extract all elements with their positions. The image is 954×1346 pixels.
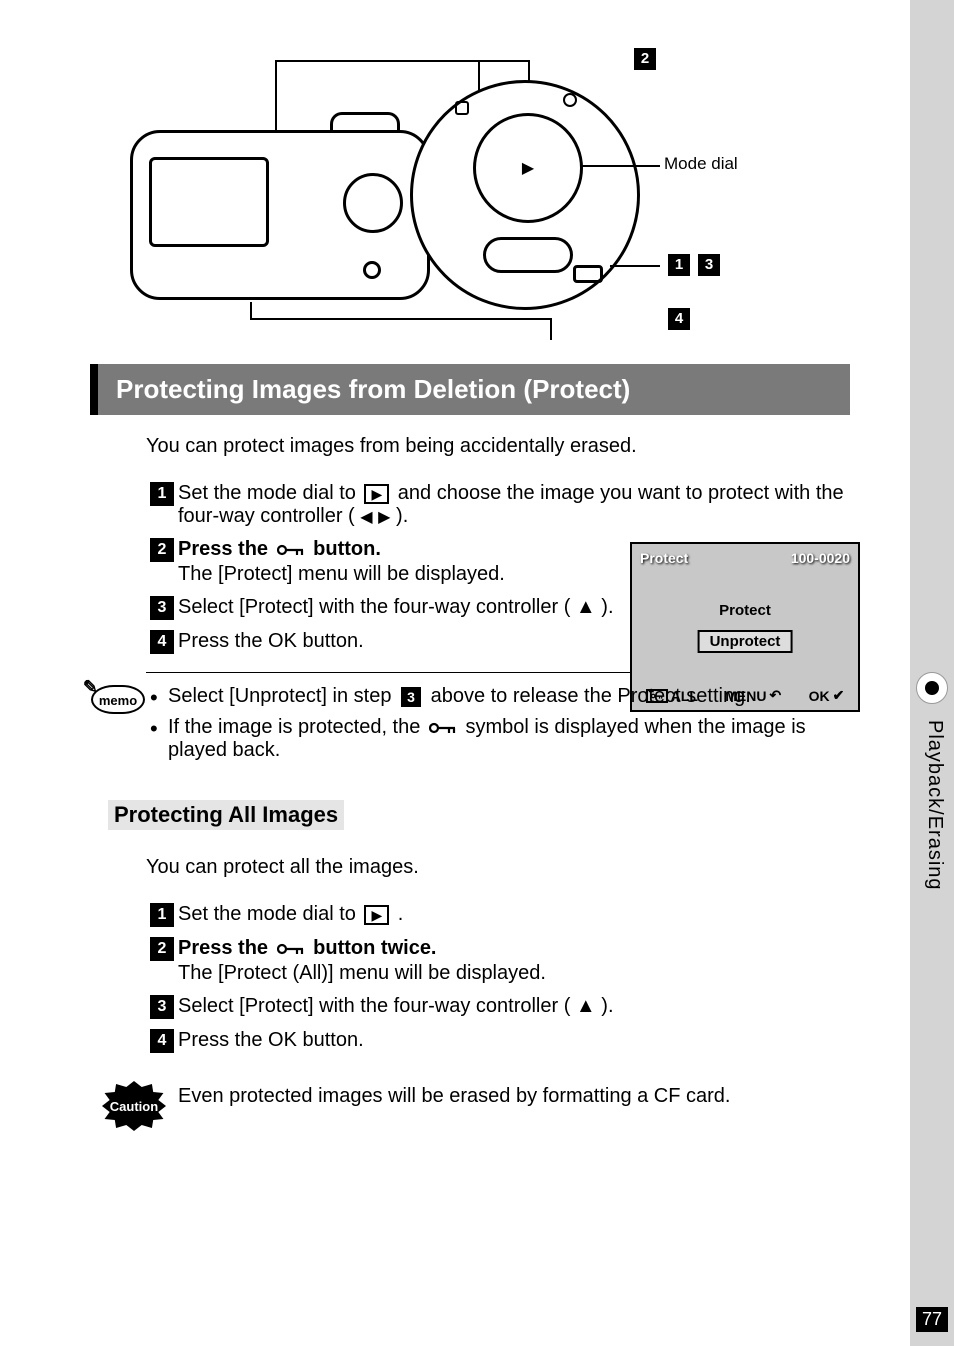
- step-number: 3: [150, 596, 174, 620]
- protect-button-icon: [455, 101, 469, 115]
- step-number: 4: [150, 1029, 174, 1053]
- diagram-callout-1-3: 1 3: [664, 254, 724, 276]
- step-b1-a: Set the mode dial to: [178, 903, 361, 925]
- four-way-controller-zoom: [483, 237, 573, 273]
- camera-diagram: 2 Mode dial 1 3 4: [130, 50, 890, 350]
- step-2-text-b: button.: [313, 538, 381, 560]
- step-b2-sub: The [Protect (All)] menu will be display…: [178, 962, 850, 985]
- step-2-text-a: Press the: [178, 538, 274, 560]
- camera-lcd: [149, 157, 269, 247]
- memo-item-2: If the image is protected, the symbol is…: [146, 716, 850, 762]
- protect-key-icon: [277, 942, 305, 956]
- memo-badge: memo: [90, 685, 146, 770]
- steps-list-b: 1 Set the mode dial to ▶ . 2 Press the b…: [146, 903, 850, 1053]
- section-tab-label: Playback/Erasing: [923, 720, 946, 891]
- leader-line: [610, 265, 660, 267]
- memo-item-1: Select [Unprotect] in step 3 above to re…: [146, 685, 850, 708]
- callout-number: 1: [668, 254, 690, 276]
- step-number: 3: [150, 995, 174, 1019]
- step-3-text: Select [Protect] with the four-way contr…: [178, 596, 628, 620]
- leader-line: [250, 318, 552, 320]
- sub-heading: Protecting All Images: [108, 800, 344, 830]
- lcd-option-unprotect-selected: Unprotect: [698, 630, 793, 653]
- camera-ok-button: [363, 261, 381, 279]
- page-number: 77: [916, 1307, 948, 1332]
- step-number: 2: [150, 937, 174, 961]
- intro-text: You can protect images from being accide…: [146, 435, 850, 458]
- left-arrow-icon: ◀: [360, 507, 372, 527]
- leader-line: [478, 60, 480, 92]
- diagram-callout-4: 4: [664, 308, 694, 330]
- step-b2-a: Press the: [178, 937, 274, 959]
- lcd-option-protect: Protect: [719, 602, 771, 619]
- memo-1a: Select [Unprotect] in step: [168, 685, 397, 707]
- step-1-text-a: Set the mode dial to: [178, 482, 361, 504]
- step-4-text: Press the OK button.: [178, 630, 628, 654]
- leader-line: [550, 318, 552, 340]
- diagram-callout-2: 2: [630, 48, 660, 70]
- leader-line: [275, 60, 277, 130]
- step-number: 2: [150, 538, 174, 562]
- step-number: 4: [150, 630, 174, 654]
- playback-mode-icon: ▶: [364, 905, 389, 925]
- section-heading: Protecting Images from Deletion (Protect…: [90, 364, 850, 415]
- leader-line: [528, 60, 530, 82]
- section-indicator-dot: [916, 672, 948, 704]
- step-b3-text: Select [Protect] with the four-way contr…: [178, 995, 850, 1019]
- callout-number: 3: [698, 254, 720, 276]
- lcd-title: Protect: [640, 550, 688, 566]
- caution-block: Caution Even protected images will be er…: [90, 1081, 850, 1131]
- diagram-zoom-circle: [410, 80, 640, 310]
- playback-mode-icon: ▶: [364, 484, 389, 504]
- step-2-sub: The [Protect] menu will be displayed.: [178, 563, 628, 586]
- intro2-text: You can protect all the images.: [146, 856, 850, 879]
- step-b4: 4 Press the OK button.: [146, 1029, 850, 1053]
- step-number: 1: [150, 482, 174, 506]
- lcd-image-id: 100-0020: [791, 550, 850, 566]
- camera-mode-dial: [343, 173, 403, 233]
- manual-page: Playback/Erasing 77: [0, 0, 954, 1346]
- step-b4-text: Press the OK button.: [178, 1029, 850, 1053]
- step-b3: 3 Select [Protect] with the four-way con…: [146, 995, 850, 1019]
- memo-list: Select [Unprotect] in step 3 above to re…: [146, 685, 850, 770]
- step-b2-b: button twice.: [313, 937, 436, 959]
- right-arrow-icon: ▶: [378, 507, 390, 527]
- callout-number: 2: [634, 48, 656, 70]
- step-b2: 2 Press the button twice. The [Protect (…: [146, 937, 850, 985]
- caution-label: Caution: [102, 1081, 166, 1131]
- leader-line: [250, 302, 252, 320]
- step-b1-b: .: [398, 903, 404, 925]
- leader-line: [580, 165, 660, 167]
- mode-dial-text: Mode dial: [664, 154, 738, 174]
- callout-number: 4: [668, 308, 690, 330]
- mode-dial-zoom: [473, 113, 583, 223]
- caution-badge: Caution: [90, 1081, 178, 1131]
- step-1-text-c: ).: [396, 505, 408, 527]
- memo-block: memo Select [Unprotect] in step 3 above …: [90, 685, 850, 770]
- step-number: 1: [150, 903, 174, 927]
- memo-label: memo: [91, 685, 145, 714]
- memo-2a: If the image is protected, the: [168, 716, 426, 738]
- caution-text: Even protected images will be erased by …: [178, 1081, 850, 1108]
- diagram-mode-dial-label: Mode dial: [664, 154, 738, 174]
- leader-line: [275, 60, 530, 62]
- page-content: 2 Mode dial 1 3 4 Protecting Images from…: [90, 50, 850, 1131]
- memo-1b: above to release the Protect setting.: [431, 685, 751, 707]
- small-button-icon: [563, 93, 577, 107]
- step-b1: 1 Set the mode dial to ▶ .: [146, 903, 850, 927]
- camera-body-outline: [130, 130, 430, 300]
- protect-key-icon: [429, 721, 457, 735]
- inline-step-ref: 3: [401, 687, 421, 707]
- step-1: 1 Set the mode dial to ▶ and choose the …: [146, 482, 850, 528]
- protect-key-icon: [277, 543, 305, 557]
- ok-button-zoom: [573, 265, 603, 283]
